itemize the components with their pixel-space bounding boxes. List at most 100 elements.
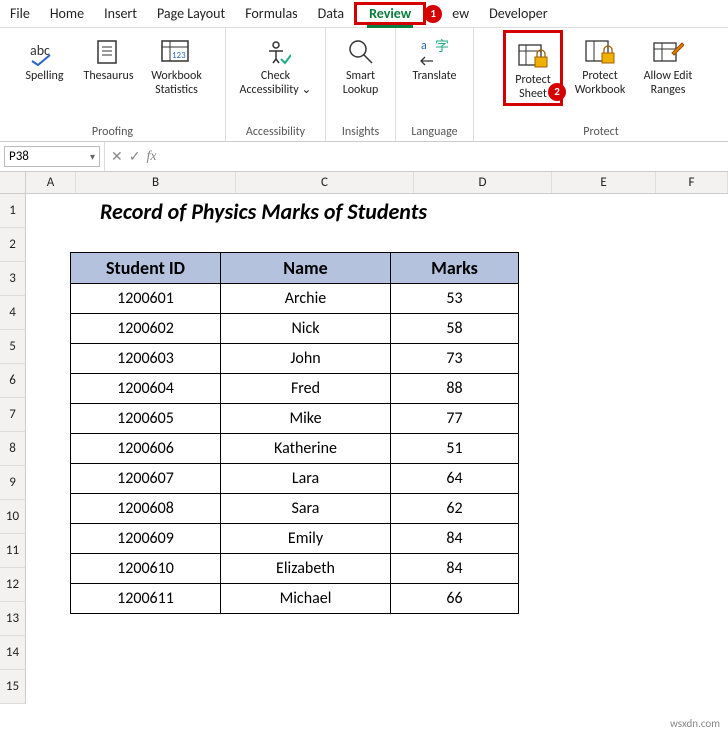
spelling-icon: abc (28, 34, 62, 70)
group-proofing-label: Proofing (4, 125, 221, 141)
formula-bar-row: P38 ▾ ✕ ✓ fx (0, 142, 728, 172)
menu-formulas[interactable]: Formulas (235, 1, 307, 26)
row-header-11[interactable]: 11 (0, 534, 26, 568)
cell-marks[interactable]: 53 (391, 284, 519, 314)
row-header-15[interactable]: 15 (0, 670, 26, 704)
cell-marks[interactable]: 62 (391, 494, 519, 524)
cell-marks[interactable]: 66 (391, 584, 519, 614)
group-accessibility: Check Accessibility ⌄ Accessibility (226, 28, 326, 141)
check-accessibility-button[interactable]: Check Accessibility ⌄ (238, 30, 314, 98)
cell-id[interactable]: 1200601 (71, 284, 221, 314)
row-header-4[interactable]: 4 (0, 296, 26, 330)
translate-button[interactable]: a字 Translate (404, 30, 466, 84)
spelling-label: Spelling (25, 70, 63, 84)
cell-marks[interactable]: 88 (391, 374, 519, 404)
cell-id[interactable]: 1200609 (71, 524, 221, 554)
cell-name[interactable]: Mike (221, 404, 391, 434)
table-row: 1200601Archie53 (71, 284, 519, 314)
cell-id[interactable]: 1200608 (71, 494, 221, 524)
menu-review[interactable]: Review (359, 1, 421, 26)
cell-name[interactable]: Nick (221, 314, 391, 344)
cell-marks[interactable]: 51 (391, 434, 519, 464)
menu-insert[interactable]: Insert (94, 1, 147, 26)
menu-bar: File Home Insert Page Layout Formulas Da… (0, 0, 728, 28)
col-header-D[interactable]: D (414, 172, 552, 193)
sheet-area[interactable]: Record of Physics Marks of Students Stud… (26, 194, 728, 225)
cell-marks[interactable]: 77 (391, 404, 519, 434)
row-header-13[interactable]: 13 (0, 602, 26, 636)
menu-home[interactable]: Home (40, 1, 94, 26)
row-headers: 123456789101112131415 (0, 194, 26, 704)
cell-id[interactable]: 1200607 (71, 464, 221, 494)
cell-name[interactable]: John (221, 344, 391, 374)
col-header-B[interactable]: B (76, 172, 236, 193)
protect-workbook-button[interactable]: Protect Workbook (569, 30, 631, 98)
cancel-icon[interactable]: ✕ (111, 148, 123, 165)
header-marks[interactable]: Marks (391, 253, 519, 284)
table-row: 1200605Mike77 (71, 404, 519, 434)
cell-marks[interactable]: 58 (391, 314, 519, 344)
thesaurus-label: Thesaurus (83, 70, 133, 84)
header-name[interactable]: Name (221, 253, 391, 284)
cell-name[interactable]: Elizabeth (221, 554, 391, 584)
name-box[interactable]: P38 ▾ (4, 146, 100, 167)
group-language-label: Language (400, 125, 469, 141)
protect-workbook-label-2: Workbook (575, 84, 626, 98)
col-header-C[interactable]: C (236, 172, 414, 193)
row-header-12[interactable]: 12 (0, 568, 26, 602)
check-accessibility-label-1: Check (261, 70, 290, 84)
ribbon: abc Spelling Thesaurus 123 Workbook Stat… (0, 28, 728, 142)
cell-id[interactable]: 1200604 (71, 374, 221, 404)
header-student-id[interactable]: Student ID (71, 253, 221, 284)
menu-page-layout[interactable]: Page Layout (147, 1, 235, 26)
enter-icon[interactable]: ✓ (129, 148, 141, 165)
row-header-8[interactable]: 8 (0, 432, 26, 466)
spelling-button[interactable]: abc Spelling (18, 30, 72, 84)
cell-marks[interactable]: 84 (391, 554, 519, 584)
row-header-10[interactable]: 10 (0, 500, 26, 534)
cell-marks[interactable]: 73 (391, 344, 519, 374)
row-header-6[interactable]: 6 (0, 364, 26, 398)
cell-id[interactable]: 1200611 (71, 584, 221, 614)
thesaurus-button[interactable]: Thesaurus (78, 30, 140, 84)
smart-lookup-label-1: Smart (346, 70, 375, 84)
cell-name[interactable]: Fred (221, 374, 391, 404)
chevron-down-icon[interactable]: ▾ (90, 150, 95, 163)
cell-id[interactable]: 1200605 (71, 404, 221, 434)
smart-lookup-button[interactable]: Smart Lookup (334, 30, 388, 98)
row-header-7[interactable]: 7 (0, 398, 26, 432)
protect-workbook-icon (584, 34, 616, 70)
cell-name[interactable]: Katherine (221, 434, 391, 464)
cell-name[interactable]: Archie (221, 284, 391, 314)
cell-id[interactable]: 1200610 (71, 554, 221, 584)
cell-name[interactable]: Sara (221, 494, 391, 524)
fx-icon[interactable]: fx (146, 149, 156, 165)
cell-id[interactable]: 1200603 (71, 344, 221, 374)
cell-name[interactable]: Michael (221, 584, 391, 614)
col-header-E[interactable]: E (552, 172, 656, 193)
row-header-3[interactable]: 3 (0, 262, 26, 296)
row-header-9[interactable]: 9 (0, 466, 26, 500)
row-header-5[interactable]: 5 (0, 330, 26, 364)
cell-name[interactable]: Emily (221, 524, 391, 554)
cell-marks[interactable]: 64 (391, 464, 519, 494)
menu-file[interactable]: File (0, 1, 40, 26)
menu-view-partial[interactable]: ew (442, 1, 479, 26)
table-row: 1200611Michael66 (71, 584, 519, 614)
cell-marks[interactable]: 84 (391, 524, 519, 554)
menu-data[interactable]: Data (308, 1, 354, 26)
group-insights: Smart Lookup Insights (326, 28, 396, 141)
allow-edit-ranges-button[interactable]: Allow Edit Ranges (637, 30, 699, 98)
cell-name[interactable]: Lara (221, 464, 391, 494)
workbook-statistics-button[interactable]: 123 Workbook Statistics (146, 30, 208, 98)
cell-id[interactable]: 1200606 (71, 434, 221, 464)
select-all-corner[interactable] (0, 172, 26, 193)
formula-input[interactable] (163, 142, 728, 171)
col-header-A[interactable]: A (26, 172, 76, 193)
row-header-2[interactable]: 2 (0, 228, 26, 262)
row-header-14[interactable]: 14 (0, 636, 26, 670)
cell-id[interactable]: 1200602 (71, 314, 221, 344)
row-header-1[interactable]: 1 (0, 194, 26, 228)
menu-developer[interactable]: Developer (479, 1, 557, 26)
col-header-F[interactable]: F (656, 172, 728, 193)
